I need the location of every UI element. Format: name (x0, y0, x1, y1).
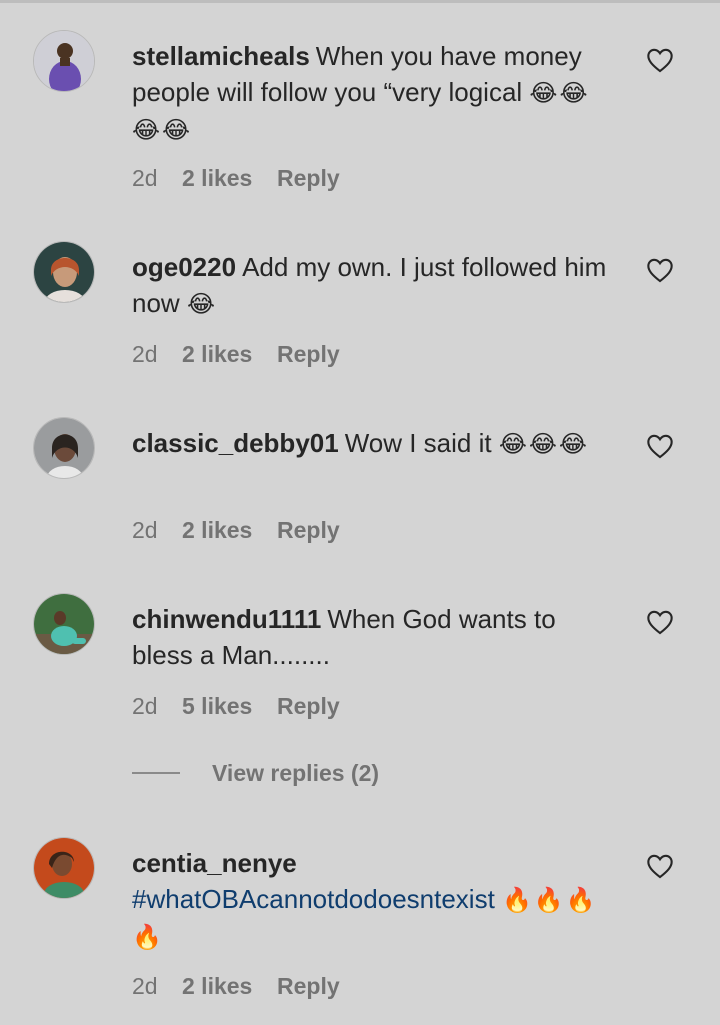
heart-outline-icon[interactable] (646, 433, 674, 459)
comment-meta: 2d 2 likes Reply (132, 971, 340, 1001)
comment-username[interactable]: oge0220 (132, 252, 236, 282)
avatar[interactable] (33, 837, 95, 899)
comment-time: 2d (132, 517, 158, 543)
likes-count[interactable]: 2 likes (182, 515, 277, 545)
comment-time: 2d (132, 165, 158, 191)
heart-outline-icon[interactable] (646, 257, 674, 283)
comment-emojis: 😂😂😂 (498, 430, 589, 458)
view-replies-label: View replies (2) (212, 759, 380, 786)
comment-username[interactable]: chinwendu1111 (132, 604, 321, 634)
likes-count[interactable]: 5 likes (182, 691, 277, 721)
comment-text: stellamicheals When you have money people… (132, 38, 617, 148)
comment-text: classic_debby01 Wow I said it 😂😂😂 (132, 425, 617, 462)
likes-count[interactable]: 2 likes (182, 971, 277, 1001)
heart-outline-icon[interactable] (646, 609, 674, 635)
comment-username[interactable]: classic_debby01 (132, 428, 339, 458)
comment-time: 2d (132, 341, 158, 367)
comment-meta: 2d 2 likes Reply (132, 515, 340, 545)
comment-username[interactable]: stellamicheals (132, 41, 310, 71)
reply-button[interactable]: Reply (277, 971, 340, 1001)
view-replies-divider (132, 772, 180, 774)
comment-meta: 2d 2 likes Reply (132, 339, 340, 369)
avatar[interactable] (33, 593, 95, 655)
top-divider (0, 0, 720, 3)
heart-outline-icon[interactable] (646, 47, 674, 73)
likes-count[interactable]: 2 likes (182, 163, 277, 193)
avatar[interactable] (33, 417, 95, 479)
comment-text: oge0220 Add my own. I just followed him n… (132, 249, 617, 322)
comment-text: centia_nenye #whatOBAcannotdodoesntexist… (132, 845, 617, 955)
likes-count[interactable]: 2 likes (182, 339, 277, 369)
view-replies-button[interactable]: View replies (2) (132, 758, 379, 788)
reply-button[interactable]: Reply (277, 691, 340, 721)
comment-body: Wow I said it (344, 428, 492, 458)
avatar[interactable] (33, 241, 95, 303)
comment-emojis: 😂 (186, 290, 217, 318)
avatar[interactable] (33, 30, 95, 92)
comment-text: chinwendu1111 When God wants to bless a M… (132, 601, 617, 673)
heart-outline-icon[interactable] (646, 853, 674, 879)
comment-time: 2d (132, 973, 158, 999)
reply-button[interactable]: Reply (277, 163, 340, 193)
comment-meta: 2d 2 likes Reply (132, 163, 340, 193)
hashtag-link[interactable]: #whatOBAcannotdodoesntexist (132, 884, 495, 914)
reply-button[interactable]: Reply (277, 339, 340, 369)
reply-button[interactable]: Reply (277, 515, 340, 545)
comment-time: 2d (132, 693, 158, 719)
comment-username[interactable]: centia_nenye (132, 848, 297, 878)
comment-meta: 2d 5 likes Reply (132, 691, 340, 721)
